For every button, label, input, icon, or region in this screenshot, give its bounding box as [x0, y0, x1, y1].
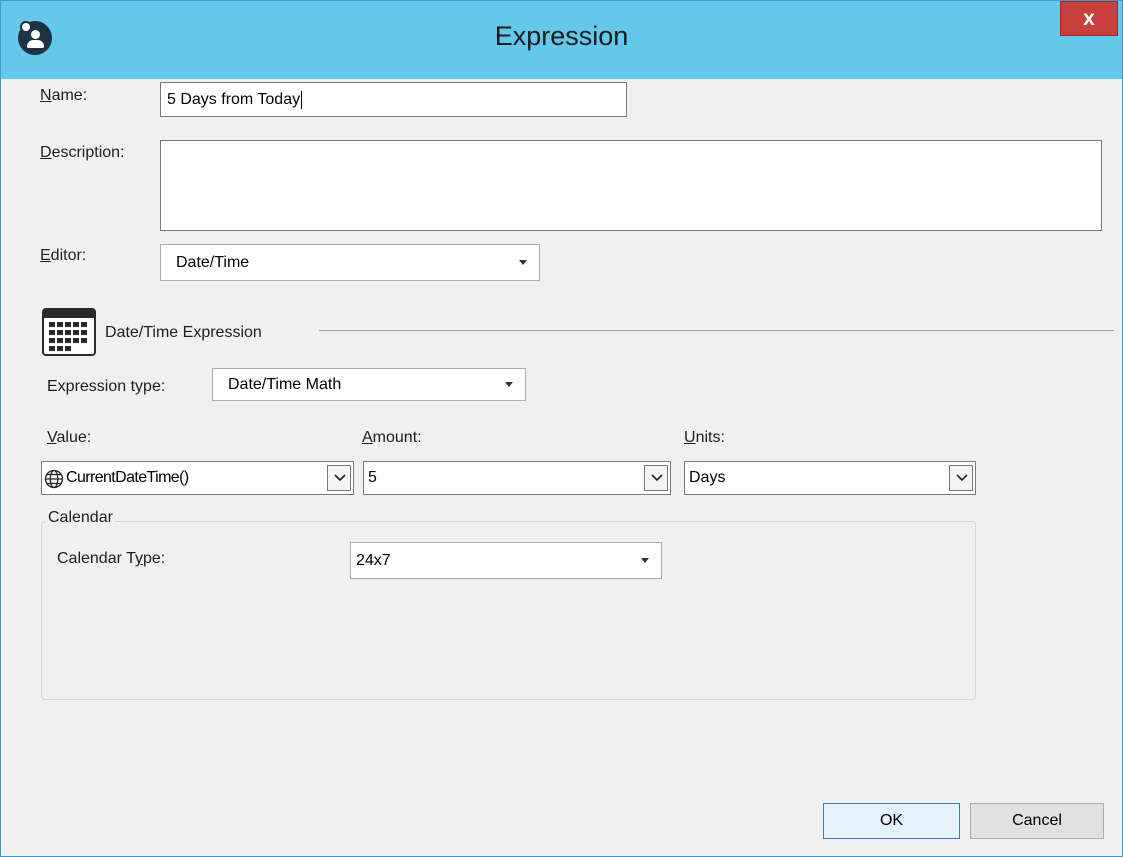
- calendar-type-select[interactable]: 24x7: [350, 542, 662, 579]
- title-bar[interactable]: Expression x: [1, 1, 1122, 79]
- calendar-icon: [42, 306, 96, 356]
- amount-select[interactable]: 5: [363, 461, 671, 495]
- units-label: Units:: [684, 429, 725, 446]
- amount-label: Amount:: [362, 429, 422, 446]
- section-title: Date/Time Expression: [105, 324, 262, 341]
- section-divider: [319, 330, 1114, 331]
- description-label: Description:: [40, 144, 125, 161]
- expression-type-value: Date/Time Math: [228, 376, 342, 393]
- window-title: Expression: [494, 21, 629, 51]
- amount-select-value: 5: [368, 469, 377, 486]
- units-select[interactable]: Days: [684, 461, 976, 495]
- chevron-down-icon: [505, 381, 513, 387]
- chevron-down-icon: [641, 557, 649, 563]
- ok-button[interactable]: OK: [823, 803, 960, 839]
- editor-select[interactable]: Date/Time: [160, 244, 540, 281]
- units-select-value: Days: [689, 469, 726, 486]
- text-caret: [301, 90, 303, 109]
- value-select-value: CurrentDateTime(): [66, 469, 189, 486]
- value-label: Value:: [47, 429, 92, 446]
- amount-dropdown-button[interactable]: [644, 465, 668, 491]
- close-button[interactable]: x: [1060, 1, 1118, 36]
- calendar-type-label: Calendar Type:: [57, 550, 166, 567]
- globe-icon: [44, 469, 64, 489]
- value-dropdown-button[interactable]: [327, 465, 351, 491]
- description-input[interactable]: [160, 140, 1102, 231]
- calendar-type-value: 24x7: [356, 552, 391, 569]
- name-input[interactable]: 5 Days from Today: [160, 82, 627, 117]
- expression-dialog: Expression x Name: 5 Days from Today Des…: [0, 0, 1123, 857]
- value-select[interactable]: CurrentDateTime(): [41, 461, 354, 495]
- name-label: Name:: [40, 87, 88, 104]
- calendar-group-label: Calendar: [46, 509, 115, 527]
- editor-select-value: Date/Time: [176, 254, 250, 271]
- cancel-button[interactable]: Cancel: [970, 803, 1104, 839]
- expression-type-select[interactable]: Date/Time Math: [212, 368, 526, 401]
- editor-label: Editor:: [40, 247, 87, 264]
- expression-type-label: Expression type:: [47, 378, 166, 395]
- units-dropdown-button[interactable]: [949, 465, 973, 491]
- chevron-down-icon: [519, 259, 527, 265]
